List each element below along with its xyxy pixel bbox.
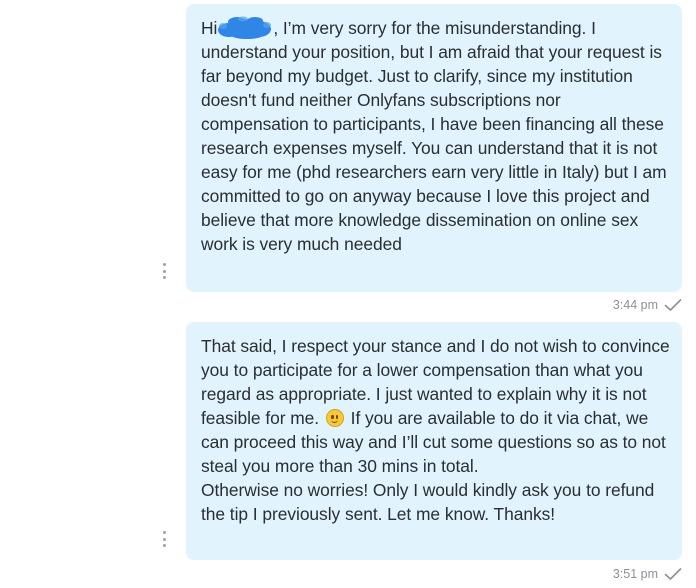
message-bubble: Hi, I’m very sorry for the misunderstand… [186,4,682,292]
message-bubble: That said, I respect your stance and I d… [186,322,682,560]
check-icon [664,568,682,580]
message-text: That said, I respect your stance and I d… [201,334,670,478]
redaction-scribble-icon [218,16,272,39]
message-text: Hi, I’m very sorry for the misunderstand… [201,16,670,256]
message-options-icon[interactable] [159,263,169,279]
message-text-line2: Otherwise no worries! Only I would kindl… [201,480,655,524]
message-meta: 3:44 pm [613,298,682,312]
message-time: 3:44 pm [612,298,658,312]
message-body: , I’m very sorry for the misunderstandin… [201,18,667,254]
greeting-text: Hi [201,18,218,38]
check-icon [664,299,682,311]
message-time: 3:51 pm [612,567,658,581]
redacted-name [217,16,273,40]
smiling-face-icon [325,409,344,427]
message-options-icon[interactable] [159,531,169,547]
message-meta: 3:51 pm [613,567,682,581]
